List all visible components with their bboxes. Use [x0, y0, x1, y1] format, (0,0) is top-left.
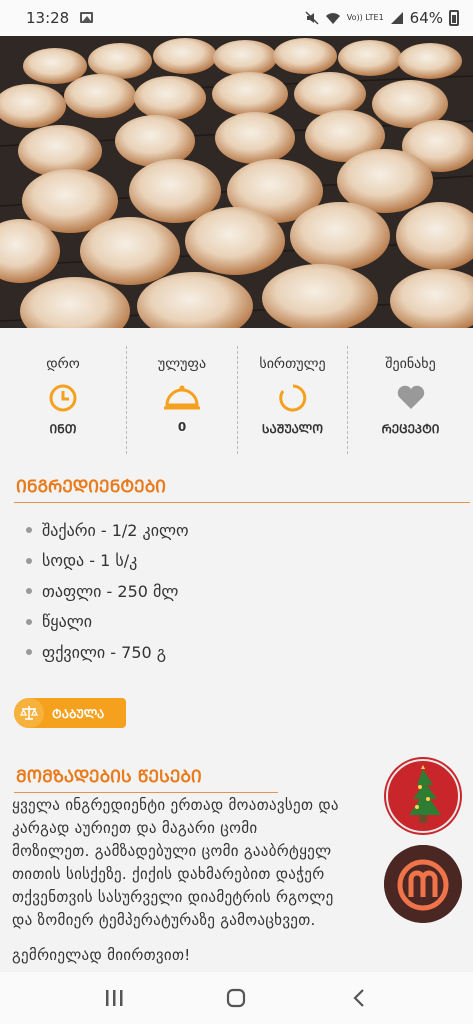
list-item: ფქვილი - 750 გ	[16, 637, 189, 668]
info-time-label: დრო	[46, 356, 80, 372]
recent-apps-icon[interactable]	[104, 989, 124, 1007]
christmas-tree-button[interactable]	[384, 757, 462, 835]
list-item: შაქარი - 1/2 კილო	[16, 515, 189, 546]
ingredients-title: ᲘᲜᲒᲠᲔᲓᲘᲔᲜᲢᲔᲑᲘ	[16, 477, 166, 497]
scale-button-label: ᲢᲐᲑᲣᲚᲐ	[52, 706, 105, 721]
battery-percent: 64%	[409, 9, 443, 27]
save-recipe-button[interactable]: შეინახე ᲠᲔᲪᲔᲞᲢᲘ	[348, 344, 473, 452]
home-icon[interactable]	[226, 988, 246, 1008]
save-recipe-value: ᲠᲔᲪᲔᲞᲢᲘ	[381, 422, 440, 436]
ingredients-list: შაქარი - 1/2 კილო სოდა - 1 ს/კ თაფლი - 2…	[16, 515, 189, 668]
step-line	[12, 932, 452, 944]
steps-title: ᲛᲝᲛᲖᲐᲓᲔᲑᲘᲡ ᲬᲔᲡᲔᲑᲘ	[16, 767, 202, 787]
gallery-notification-icon	[80, 12, 93, 23]
recipe-photo	[0, 36, 473, 328]
step-line: გემრიელად მიირთვით!	[12, 946, 191, 964]
clock-icon	[0, 380, 126, 416]
step-line: და ზომიერ ტემპერატურაზე გამოაცხვეთ.	[12, 911, 316, 929]
mute-icon	[305, 11, 319, 25]
network-type: Vo)) LTE1	[346, 13, 384, 22]
scale-table-button[interactable]: ᲢᲐᲑᲣᲚᲐ	[14, 698, 126, 728]
info-difficulty-value: ᲡᲐᲨᲣᲐᲚᲝ	[261, 422, 324, 436]
status-time: 13:28	[26, 9, 70, 27]
signal-icon	[390, 12, 403, 24]
serving-dish-icon	[127, 380, 237, 416]
info-time-value: ᲘᲜᲗ	[49, 422, 77, 436]
masterchef-logo-button[interactable]	[384, 845, 462, 923]
recipe-info-row: დრო ᲘᲜᲗ ულუფა 0 სირთულე ᲡᲐᲨᲣᲐᲚᲝ შეინახე …	[0, 328, 473, 460]
list-item: სოდა - 1 ს/კ	[16, 546, 189, 577]
navigation-bar	[0, 972, 473, 1024]
steps-rule	[14, 792, 278, 793]
wifi-icon	[325, 13, 340, 24]
info-servings: ულუფა 0	[127, 344, 237, 452]
status-bar: 13:28 Vo)) LTE1 64%	[0, 0, 473, 36]
step-line: კარგად აურიეთ და მაგარი ცომი	[12, 819, 258, 837]
scale-icon	[14, 698, 44, 728]
back-icon[interactable]	[352, 988, 366, 1008]
list-item: თაფლი - 250 მლ	[16, 576, 189, 607]
list-item: წყალი	[16, 607, 189, 638]
step-line: მოზილეთ. გამზადებული ცომი გააბრტყელ	[12, 842, 332, 860]
status-icons: Vo)) LTE1 64%	[305, 9, 459, 27]
info-difficulty-label: სირთულე	[259, 356, 326, 372]
christmas-tree-icon	[386, 759, 460, 833]
save-recipe-label: შეინახე	[385, 356, 436, 372]
info-difficulty: სირთულე ᲡᲐᲨᲣᲐᲚᲝ	[238, 344, 347, 452]
battery-icon	[449, 10, 459, 26]
ingredients-rule	[14, 502, 470, 503]
masterchef-logo-icon	[384, 845, 462, 923]
info-servings-label: ულუფა	[157, 356, 207, 372]
difficulty-icon	[238, 380, 347, 416]
heart-icon[interactable]	[348, 380, 473, 416]
info-time: დრო ᲘᲜᲗ	[0, 344, 126, 452]
info-servings-value: 0	[177, 420, 187, 434]
